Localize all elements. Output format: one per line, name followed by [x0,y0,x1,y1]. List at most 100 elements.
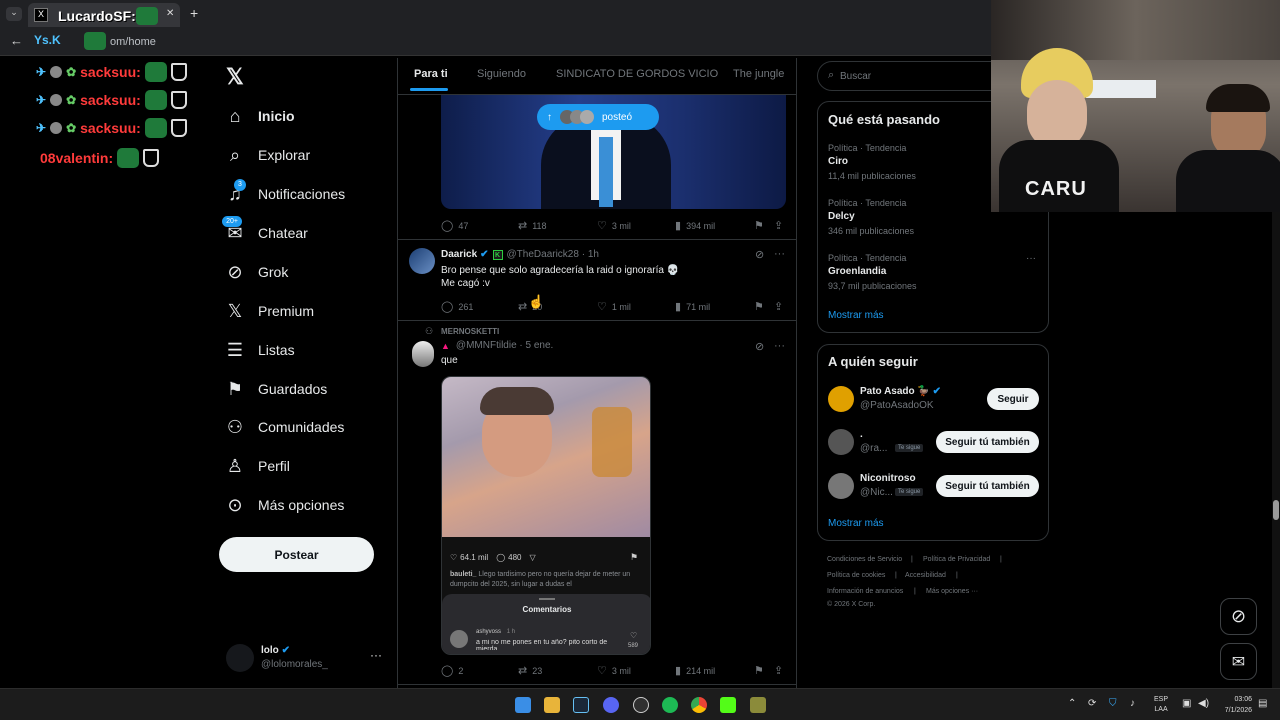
close-tab-icon[interactable]: ✕ [166,8,174,19]
bottle-shape [592,407,632,477]
new-posts-pill[interactable]: ↑ posteó [537,104,659,130]
more-icon[interactable]: ··· [1026,253,1036,264]
back-icon[interactable]: ← [10,33,23,48]
share-button[interactable]: ⇪ [774,219,788,232]
nav-inicio[interactable]: ⌂ Inicio [224,100,295,132]
nav-comunidades[interactable]: ⚇ Comunidades [224,411,344,443]
like-button[interactable]: ♡ 3 mil [597,219,631,232]
network-icon[interactable]: ▣ [1182,698,1191,709]
discord-icon[interactable] [603,697,619,713]
search-box[interactable]: ⌕ Buscar [817,61,1007,91]
account-switcher[interactable]: lolo ✔ @lolomorales_ ··· [224,642,384,676]
notification-icon[interactable]: ▤ [1258,698,1267,709]
follow-name[interactable]: Niconitroso [860,473,916,484]
avatar[interactable] [412,341,434,367]
windows-start-icon[interactable] [515,697,531,713]
tab-the-jungle[interactable]: The jungle [733,68,784,80]
nav-grok[interactable]: ⊘ Grok [224,256,288,288]
url-field[interactable]: om/home [110,36,156,48]
author-name[interactable]: Daarick [441,249,477,260]
repost-button[interactable]: ⇄ 118 [518,219,547,232]
views-button[interactable]: ▮ 214 mil [675,664,715,677]
footer-link[interactable]: Política de Privacidad [923,556,990,563]
avatar[interactable] [828,473,854,499]
show-more-link[interactable]: Mostrar más [828,310,884,321]
messages-float-button[interactable]: ✉ [1220,643,1257,680]
spotify-icon[interactable] [662,697,678,713]
trend-name[interactable]: Delcy [828,211,855,222]
nav-chatear[interactable]: ✉ 20+ Chatear [222,216,308,249]
account-more-icon[interactable]: ··· [370,648,382,662]
repost-button[interactable]: ⇄ 23 [518,664,542,677]
obs-icon[interactable] [633,697,649,713]
tab-siguiendo[interactable]: Siguiendo [477,68,526,80]
nav-listas[interactable]: ☰ Listas [224,334,295,366]
post-button[interactable]: Postear [219,537,374,572]
trend-name[interactable]: Groenlandia [828,266,886,277]
nav-notificaciones[interactable]: ♫ 3 Notificaciones [224,178,345,210]
nav-premium[interactable]: 𝕏 Premium [224,295,314,327]
kick-icon[interactable] [720,697,736,713]
shield-icon[interactable]: ⛉ [1109,698,1117,709]
share-button[interactable]: ⇪ [774,300,788,313]
bookmark-button[interactable]: ⚑ [754,219,769,232]
reply-button[interactable]: ◯ 47 [441,219,468,232]
browser-tab[interactable]: X LucardoSF: ✕ [28,3,180,27]
avatar[interactable] [828,429,854,455]
share-icon: ⇪ [774,301,784,313]
views-button[interactable]: ▮ 71 mil [675,300,710,313]
follow-name[interactable]: Pato Asado 🦆 ✔ [860,386,941,397]
footer-link[interactable]: Información de anuncios [827,588,903,595]
post-video[interactable]: ♡ 64.1 mil ◯ 480 ▽ ⚑ bauleti_ Llego tardis… [441,376,651,655]
language-indicator[interactable]: ESP LAA [1154,695,1168,715]
grok-icon[interactable]: ⊘ [755,340,764,353]
social-context[interactable]: MERNOSKETTI [441,327,499,336]
footer-link[interactable]: Condiciones de Servicio [827,556,902,563]
search-input[interactable]: Buscar [840,71,871,82]
more-icon[interactable]: ··· [774,248,785,260]
like-button[interactable]: ♡ 1 mil [597,300,631,313]
volume-icon[interactable]: ◀) [1198,698,1209,709]
chrome-icon[interactable] [691,697,707,713]
scrollbar-thumb[interactable] [1273,500,1279,520]
like-button[interactable]: ♡ 3 mil [597,664,631,677]
grok-icon[interactable]: ⊘ [755,248,764,261]
nav-mas-opciones[interactable]: ⊙ Más opciones [224,489,344,521]
footer-link[interactable]: Política de cookies [827,572,885,579]
new-tab-button[interactable]: + [190,5,198,21]
chevron-up-icon[interactable]: ⌃ [1068,698,1076,709]
footer-link[interactable]: Más opciones ··· [926,588,978,595]
footer-link[interactable]: Accesibilidad [905,572,946,579]
share-button[interactable]: ⇪ [774,664,788,677]
clock[interactable]: 03:06 7/1/2026 [1218,694,1252,716]
avatar[interactable] [409,248,435,274]
reply-button[interactable]: ◯ 2 [441,664,463,677]
avatar[interactable] [828,386,854,412]
tab-para-ti[interactable]: Para ti [414,68,448,80]
bookmark-button[interactable]: ⚑ [754,664,769,677]
follow-button[interactable]: Seguir [987,388,1039,410]
mic-icon[interactable]: ♪ [1130,698,1135,709]
views-button[interactable]: ▮ 394 mil [675,219,715,232]
follow-back-button[interactable]: Seguir tú también [936,431,1039,453]
trend-name[interactable]: Ciro [828,156,848,167]
nav-perfil[interactable]: ♙ Perfil [224,450,290,482]
show-more-link[interactable]: Mostrar más [828,518,884,529]
sync-icon[interactable]: ⟳ [1088,698,1096,709]
file-explorer-icon[interactable] [544,697,560,713]
x-logo-icon[interactable]: 𝕏 [226,64,244,90]
more-icon[interactable]: ··· [774,340,785,352]
chat-user: sacksuu: [80,64,141,80]
steam-icon[interactable] [573,697,589,713]
nav-guardados[interactable]: ⚑ Guardados [224,373,327,405]
app-icon[interactable] [750,697,766,713]
grok-float-button[interactable]: ⊘ [1220,598,1257,635]
nav-explorar[interactable]: ⌕ Explorar [224,139,310,171]
follow-back-button[interactable]: Seguir tú también [936,475,1039,497]
reply-button[interactable]: ◯ 261 [441,300,473,313]
author-handle[interactable]: @MMNFtildie · 5 ene. [456,340,553,351]
bookmark-button[interactable]: ⚑ [754,300,769,313]
tab-sindicato[interactable]: SINDICATO DE GORDOS VICIO [556,68,718,80]
tab-list-icon[interactable]: ⌄ [6,7,22,21]
follow-name[interactable]: . [860,429,863,440]
